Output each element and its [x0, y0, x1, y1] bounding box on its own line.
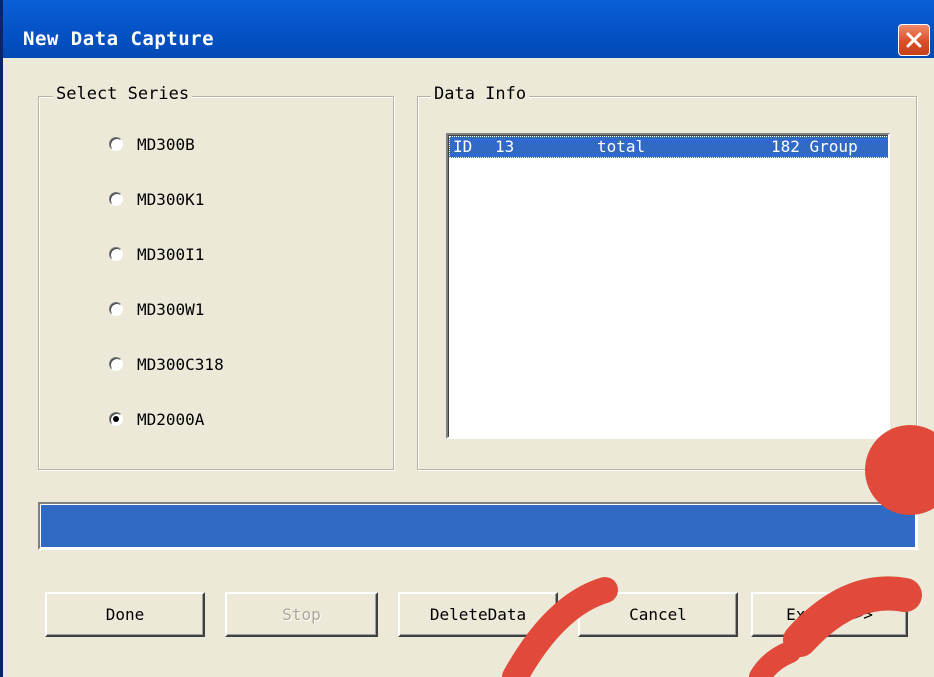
- progress-bar: [38, 502, 918, 550]
- data-info-listbox[interactable]: ID 13 total 182 Group: [446, 133, 890, 439]
- window-title: New Data Capture: [23, 28, 215, 50]
- row-id-value: 13: [495, 137, 515, 156]
- radio-label: MD300B: [137, 134, 195, 154]
- dialog-window: New Data Capture Select Series MD300B MD…: [0, 0, 934, 677]
- radio-md2000a[interactable]: MD2000A: [109, 407, 204, 431]
- title-bar[interactable]: New Data Capture: [3, 0, 934, 58]
- list-item[interactable]: ID 13 total 182 Group: [449, 136, 888, 158]
- radio-button-icon[interactable]: [109, 357, 123, 371]
- row-total-label: total: [597, 137, 646, 156]
- radio-label: MD300I1: [137, 244, 205, 264]
- radio-md300w1[interactable]: MD300W1: [109, 297, 204, 321]
- radio-label: MD300K1: [137, 189, 205, 209]
- radio-label: MD300C318: [137, 354, 224, 374]
- close-button[interactable]: [898, 24, 930, 56]
- stop-button[interactable]: Stop: [225, 592, 378, 637]
- radio-button-checked-icon[interactable]: [109, 412, 123, 426]
- radio-button-icon[interactable]: [109, 192, 123, 206]
- extend-button[interactable]: Extend >>: [751, 592, 908, 637]
- data-info-label: Data Info: [431, 84, 530, 104]
- radio-md300b[interactable]: MD300B: [109, 132, 195, 156]
- radio-label: MD2000A: [137, 409, 205, 429]
- done-button[interactable]: Done: [45, 592, 205, 637]
- radio-label: MD300W1: [137, 299, 205, 319]
- delete-data-button[interactable]: DeleteData: [398, 592, 558, 637]
- row-id-label: ID: [453, 137, 473, 156]
- radio-button-icon[interactable]: [109, 247, 123, 261]
- radio-button-icon[interactable]: [109, 137, 123, 151]
- radio-md300c318[interactable]: MD300C318: [109, 352, 224, 376]
- select-series-group: Select Series MD300B MD300K1 MD300I1 MD3…: [38, 84, 394, 470]
- select-series-label: Select Series: [53, 84, 193, 104]
- cancel-button[interactable]: Cancel: [578, 592, 738, 637]
- data-info-group: Data Info ID 13 total 182 Group: [417, 84, 917, 470]
- progress-fill: [41, 505, 915, 547]
- close-icon: [906, 32, 922, 48]
- radio-button-icon[interactable]: [109, 302, 123, 316]
- radio-md300k1[interactable]: MD300K1: [109, 187, 204, 211]
- radio-md300i1[interactable]: MD300I1: [109, 242, 204, 266]
- row-total-value: 182 Group: [771, 137, 858, 156]
